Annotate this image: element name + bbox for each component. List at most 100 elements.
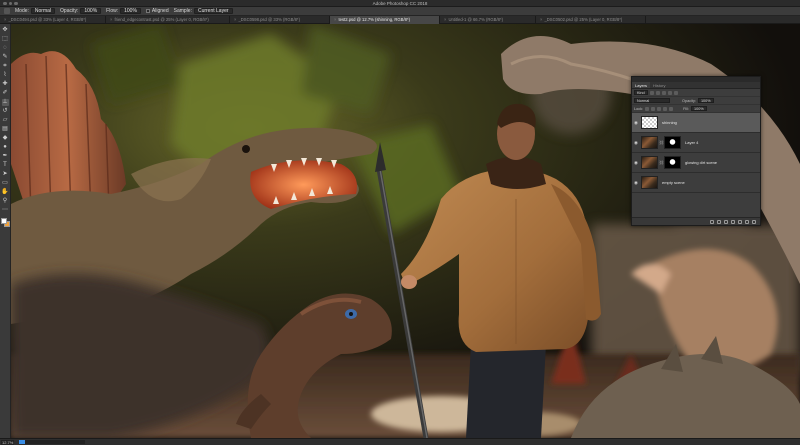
document-tab[interactable]: × friend_edgecontrast.psd @ 25% (Layer 0,… bbox=[106, 16, 230, 24]
layer-style-icon[interactable] bbox=[717, 219, 721, 224]
layer-name[interactable]: empty scene bbox=[662, 180, 685, 185]
zoom-level-field[interactable]: 12.7% bbox=[1, 439, 14, 445]
eyedropper-tool-icon[interactable]: ⌇ bbox=[2, 72, 9, 79]
close-tab-icon[interactable]: × bbox=[334, 17, 336, 22]
mask-link-icon[interactable]: ⛓ bbox=[659, 140, 664, 145]
visibility-eye-icon[interactable]: ◉ bbox=[633, 160, 639, 166]
link-layers-icon[interactable] bbox=[710, 219, 714, 224]
lock-image-icon[interactable] bbox=[651, 106, 656, 111]
layer-row[interactable]: ◉ ⛓ Layer 4 bbox=[632, 133, 760, 153]
close-tab-icon[interactable]: × bbox=[234, 17, 236, 22]
filter-shape-icon[interactable] bbox=[667, 90, 672, 95]
close-tab-icon[interactable]: × bbox=[110, 17, 112, 22]
type-tool-icon[interactable]: T bbox=[2, 162, 9, 169]
gradient-tool-icon[interactable]: ▤ bbox=[2, 126, 9, 133]
filter-smart-object-icon[interactable] bbox=[673, 90, 678, 95]
lock-position-icon[interactable] bbox=[657, 106, 662, 111]
sample-label: Sample: bbox=[173, 8, 192, 14]
lasso-tool-icon[interactable]: ◌ bbox=[2, 45, 9, 52]
panel-tab-history[interactable]: History bbox=[650, 82, 668, 88]
clone-stamp-tool-icon[interactable]: ⊥ bbox=[1, 99, 9, 106]
lock-all-icon[interactable] bbox=[669, 106, 674, 111]
opacity-field[interactable]: 100% bbox=[80, 8, 102, 14]
filter-pixel-icon[interactable] bbox=[649, 90, 654, 95]
layer-row[interactable]: ◉ empty scene bbox=[632, 173, 760, 193]
adjustment-layer-icon[interactable] bbox=[731, 219, 735, 224]
tools-panel: ✥ ⬚ ◌ ✎ ⌗ ⌇ ✚ ✐ ⊥ ↺ ▱ ▤ ◆ ● ✒ T ➤ ▭ ✋ ⚲ ⋯ bbox=[0, 24, 11, 438]
close-tab-icon[interactable]: × bbox=[444, 17, 446, 22]
trash-icon[interactable] bbox=[752, 219, 756, 224]
history-brush-tool-icon[interactable]: ↺ bbox=[2, 108, 9, 115]
document-tab[interactable]: × Untitled-1 @ 66.7% (RGB/8*) bbox=[440, 16, 536, 24]
document-tab[interactable]: × _DSC0502.psd @ 25% (Layer 0, RGB/8*) bbox=[536, 16, 646, 24]
layer-opacity-field[interactable]: 100% bbox=[697, 98, 714, 103]
lock-label: Lock: bbox=[634, 106, 644, 111]
layer-row[interactable]: ◉ shinning bbox=[632, 113, 760, 133]
fill-field[interactable]: 100% bbox=[690, 106, 707, 111]
layer-thumbnail[interactable] bbox=[641, 156, 658, 169]
layer-name[interactable]: glowing dirt scene bbox=[685, 160, 717, 165]
layer-thumbnail[interactable] bbox=[641, 176, 658, 189]
marquee-tool-icon[interactable]: ⬚ bbox=[2, 36, 9, 43]
dodge-tool-icon[interactable]: ● bbox=[2, 144, 9, 151]
layer-row[interactable]: ◉ ⛓ glowing dirt scene bbox=[632, 153, 760, 173]
quick-select-tool-icon[interactable]: ✎ bbox=[2, 54, 9, 61]
layer-mask-thumbnail[interactable] bbox=[664, 156, 681, 169]
crop-tool-icon[interactable]: ⌗ bbox=[2, 63, 9, 70]
lock-row: Lock: Fill: 100% bbox=[632, 105, 760, 113]
document-tab[interactable]: × _DSC0598.psd @ 33% (RGB/8*) bbox=[230, 16, 330, 24]
close-tab-icon[interactable]: × bbox=[4, 17, 6, 22]
brush-tool-icon[interactable]: ✐ bbox=[2, 90, 9, 97]
aligned-control[interactable]: Aligned bbox=[145, 8, 169, 14]
new-group-icon[interactable] bbox=[738, 219, 742, 224]
healing-brush-tool-icon[interactable]: ✚ bbox=[2, 81, 9, 88]
close-tab-icon[interactable]: × bbox=[540, 17, 542, 22]
shape-tool-icon[interactable]: ▭ bbox=[2, 180, 9, 187]
layer-mask-thumbnail[interactable] bbox=[664, 136, 681, 149]
eraser-tool-icon[interactable]: ▱ bbox=[2, 117, 9, 124]
document-tab-label: test2.psd @ 12.7% (shinning, RGB/8*) bbox=[338, 17, 410, 22]
layer-name[interactable]: Layer 4 bbox=[685, 140, 698, 145]
mode-control: Mode: Normal bbox=[15, 8, 56, 14]
lock-artboard-icon[interactable] bbox=[663, 106, 668, 111]
spinosaurus-eye bbox=[242, 145, 250, 153]
mode-dropdown[interactable]: Normal bbox=[30, 8, 56, 14]
blend-mode-dropdown[interactable]: Normal bbox=[634, 98, 670, 103]
status-bar: 12.7% bbox=[0, 438, 800, 445]
new-layer-icon[interactable] bbox=[745, 219, 749, 224]
layer-thumbnail[interactable] bbox=[641, 116, 658, 129]
zoom-tool-icon[interactable]: ⚲ bbox=[2, 198, 9, 205]
document-tab[interactable]: × _DSC0494.psd @ 33% (Layer 4, RGB/8*) bbox=[0, 16, 106, 24]
visibility-eye-icon[interactable]: ◉ bbox=[633, 180, 639, 186]
aligned-checkbox[interactable] bbox=[145, 9, 150, 13]
layer-name[interactable]: shinning bbox=[662, 120, 677, 125]
path-select-tool-icon[interactable]: ➤ bbox=[2, 171, 9, 178]
more-tools-icon[interactable]: ⋯ bbox=[2, 207, 9, 214]
visibility-eye-icon[interactable]: ◉ bbox=[633, 120, 639, 126]
tool-preset-picker[interactable] bbox=[4, 8, 10, 14]
layer-filter-row: Kind bbox=[632, 89, 760, 97]
filter-adjustment-icon[interactable] bbox=[655, 90, 660, 95]
hand-tool-icon[interactable]: ✋ bbox=[1, 189, 8, 196]
flow-field[interactable]: 100% bbox=[120, 8, 141, 14]
pen-tool-icon[interactable]: ✒ bbox=[2, 153, 9, 160]
document-tab[interactable]: × test2.psd @ 12.7% (shinning, RGB/8*) bbox=[330, 16, 440, 24]
sample-dropdown[interactable]: Current Layer bbox=[193, 8, 233, 14]
opacity-label: Opacity: bbox=[60, 8, 79, 14]
filter-kind-dropdown[interactable]: Kind bbox=[634, 90, 648, 95]
move-tool-icon[interactable]: ✥ bbox=[2, 27, 9, 34]
layer-thumbnail[interactable] bbox=[641, 136, 658, 149]
lock-transparent-icon[interactable] bbox=[645, 106, 650, 111]
layers-panel[interactable]: Layers History Kind Normal Opacity: 100% … bbox=[631, 76, 761, 226]
document-tab-label: _DSC0598.psd @ 33% (RGB/8*) bbox=[238, 17, 300, 22]
add-mask-icon[interactable] bbox=[724, 219, 728, 224]
document-tab-label: _DSC0494.psd @ 33% (Layer 4, RGB/8*) bbox=[8, 17, 87, 22]
filter-type-icon[interactable] bbox=[661, 90, 666, 95]
window-title: Adobe Photoshop CC 2018 bbox=[372, 1, 428, 6]
visibility-eye-icon[interactable]: ◉ bbox=[633, 140, 639, 146]
panel-tab-layers[interactable]: Layers bbox=[632, 82, 651, 88]
foreground-color-swatch[interactable] bbox=[0, 218, 7, 224]
panel-footer bbox=[632, 217, 760, 225]
blur-tool-icon[interactable]: ◆ bbox=[2, 135, 9, 142]
mask-link-icon[interactable]: ⛓ bbox=[659, 160, 664, 165]
